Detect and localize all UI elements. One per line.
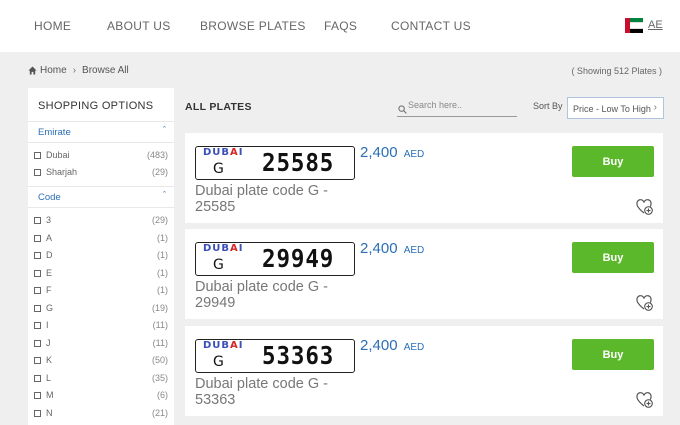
sidebar-title: SHOPPING OPTIONS: [38, 100, 154, 112]
add-to-favorites-icon[interactable]: [636, 391, 654, 409]
plate-price: 2,400 AED: [360, 337, 425, 354]
nav-home[interactable]: HOME: [34, 19, 71, 33]
plate-number: 29949: [262, 244, 335, 273]
nav-about-us[interactable]: ABOUT US: [107, 19, 171, 33]
checkbox[interactable]: [34, 169, 41, 176]
checkbox[interactable]: [34, 409, 41, 417]
checkbox[interactable]: [34, 357, 41, 364]
filter-option-code[interactable]: I (11): [28, 319, 174, 335]
plate-code: G: [213, 257, 224, 273]
plate-price: 2,400 AED: [360, 144, 425, 161]
sort-select-value: Price - Low To High: [573, 104, 651, 114]
checkbox[interactable]: [34, 152, 41, 159]
plate-title[interactable]: Dubai plate code G - 53363: [195, 376, 355, 408]
nav-browse-plates[interactable]: BROWSE PLATES: [200, 19, 306, 33]
plate-code: G: [213, 161, 224, 177]
search-input[interactable]: [408, 100, 513, 110]
language-link[interactable]: AE: [648, 19, 663, 31]
buy-button[interactable]: Buy: [572, 242, 654, 273]
home-icon: [28, 66, 37, 75]
filter-sidebar: SHOPPING OPTIONS Emirate ˆ Dubai (483) S…: [28, 88, 174, 425]
uae-flag-icon[interactable]: [625, 18, 643, 33]
filter-option-code[interactable]: F (1): [28, 284, 174, 300]
plate-price: 2,400 AED: [360, 240, 425, 257]
add-to-favorites-icon[interactable]: [636, 294, 654, 312]
filter-option-code[interactable]: 3 (29): [28, 214, 174, 230]
filter-option-code[interactable]: G (19): [28, 302, 174, 318]
emirate-filter-header[interactable]: Emirate ˆ: [28, 121, 174, 143]
nav-faqs[interactable]: FAQS: [324, 19, 357, 33]
breadcrumb: Home › Browse All: [28, 65, 129, 76]
checkbox[interactable]: [34, 217, 41, 224]
plate-card: DUBAI G 25585 2,400 AED Dubai plate code…: [185, 133, 663, 223]
filter-option-dubai[interactable]: Dubai (483): [28, 149, 174, 165]
filter-option-code[interactable]: L (35): [28, 372, 174, 388]
plate-card: DUBAI G 53363 2,400 AED Dubai plate code…: [185, 326, 663, 416]
buy-button[interactable]: Buy: [572, 339, 654, 370]
chevron-up-icon: ˆ: [163, 190, 166, 200]
sort-select[interactable]: Price - Low To High ›: [567, 97, 664, 119]
code-filter-label: Code: [38, 192, 61, 203]
checkbox[interactable]: [34, 304, 41, 312]
plate-number: 25585: [262, 148, 335, 177]
filter-option-sharjah[interactable]: Sharjah (29): [28, 166, 174, 182]
plate-title[interactable]: Dubai plate code G - 29949: [195, 279, 355, 311]
top-navigation: HOME ABOUT US BROWSE PLATES FAQS CONTACT…: [0, 0, 680, 52]
filter-option-code[interactable]: N (21): [28, 407, 174, 423]
checkbox[interactable]: [34, 322, 41, 329]
filter-option-code[interactable]: D (1): [28, 249, 174, 265]
search-box[interactable]: [397, 97, 517, 117]
sort-by-label: Sort By: [533, 101, 563, 111]
filter-option-code[interactable]: J (11): [28, 337, 174, 353]
filter-option-code[interactable]: K (50): [28, 354, 174, 370]
chevron-right-icon: ›: [653, 102, 657, 113]
plate-image[interactable]: DUBAI G 29949: [195, 242, 355, 276]
checkbox[interactable]: [34, 252, 41, 259]
dubai-logo: DUBAI: [203, 147, 244, 158]
dubai-logo: DUBAI: [203, 243, 244, 254]
emirate-filter-label: Emirate: [38, 127, 71, 138]
dubai-logo: DUBAI: [203, 340, 244, 351]
nav-contact-us[interactable]: CONTACT US: [391, 19, 471, 33]
filter-option-code[interactable]: A (1): [28, 232, 174, 248]
plate-card: DUBAI G 29949 2,400 AED Dubai plate code…: [185, 229, 663, 319]
plate-number: 53363: [262, 341, 335, 370]
chevron-right-icon: ›: [72, 65, 77, 76]
checkbox[interactable]: [34, 269, 41, 277]
plate-image[interactable]: DUBAI G 53363: [195, 339, 355, 373]
filter-option-code[interactable]: E (1): [28, 267, 174, 283]
checkbox[interactable]: [34, 374, 41, 382]
results-count: ( Showing 512 Plates ): [571, 66, 662, 76]
breadcrumb-current: Browse All: [82, 65, 129, 76]
buy-button[interactable]: Buy: [572, 146, 654, 177]
page-title: ALL PLATES: [185, 101, 252, 113]
plate-image[interactable]: DUBAI G 25585: [195, 146, 355, 180]
add-to-favorites-icon[interactable]: [636, 198, 654, 216]
breadcrumb-home[interactable]: Home: [40, 65, 67, 76]
filter-option-code[interactable]: M (6): [28, 389, 174, 405]
chevron-up-icon: ˆ: [163, 125, 166, 135]
checkbox[interactable]: [34, 392, 41, 399]
checkbox[interactable]: [34, 287, 41, 294]
checkbox[interactable]: [34, 339, 41, 347]
checkbox[interactable]: [34, 234, 41, 242]
plate-code: G: [213, 354, 224, 370]
search-icon: [398, 101, 407, 119]
plate-title[interactable]: Dubai plate code G - 25585: [195, 183, 355, 215]
code-filter-header[interactable]: Code ˆ: [28, 186, 174, 208]
